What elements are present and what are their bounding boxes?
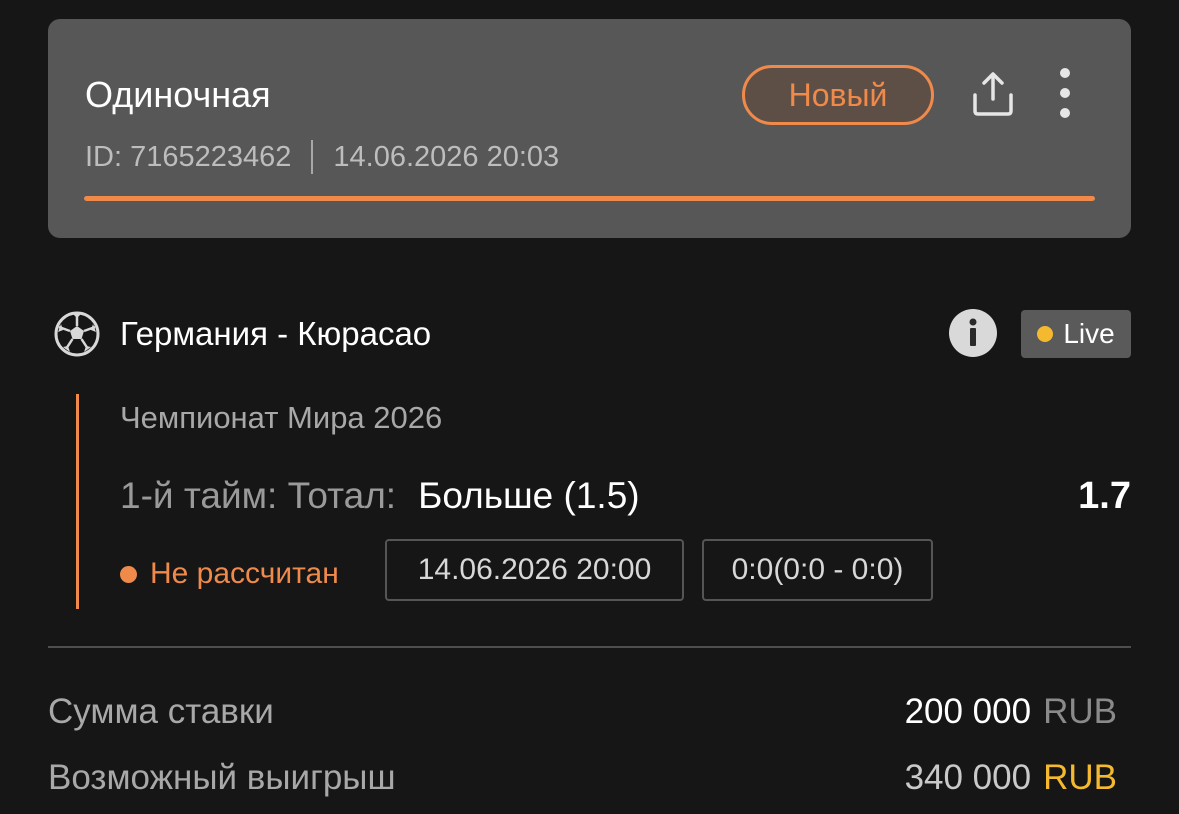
match-title[interactable]: Германия - Кюрасао [120, 313, 431, 355]
live-dot-icon [1037, 326, 1054, 342]
event-score-chip: 0:0(0:0 - 0:0) [702, 539, 933, 601]
bet-meta-row: ID: 7165223462 14.06.2026 20:03 [85, 139, 559, 175]
share-button[interactable] [968, 69, 1018, 119]
bet-details-page: Одиночная ID: 7165223462 14.06.2026 20:0… [0, 0, 1179, 814]
more-options-button[interactable] [1052, 65, 1078, 121]
selection-accent-rail [76, 394, 79, 609]
more-vertical-icon [1060, 68, 1070, 118]
potential-win-amount: 340 000 [904, 758, 1032, 797]
stake-currency: RUB [1043, 692, 1117, 731]
odds-value: 1.7 [1078, 475, 1131, 517]
bet-type-title: Одиночная [85, 74, 271, 115]
settlement-status-label: Не рассчитан [150, 557, 339, 590]
event-start-time-chip: 14.06.2026 20:00 [385, 539, 684, 601]
live-label: Live [1063, 318, 1115, 349]
market-label: 1-й тайм: Тотал: [120, 475, 397, 516]
meta-separator [311, 140, 314, 174]
status-badge: Новый [742, 65, 934, 125]
potential-win-currency: RUB [1043, 758, 1117, 797]
potential-win-label: Возможный выигрыш [48, 758, 396, 797]
bet-progress-bar [84, 196, 1095, 201]
divider [48, 646, 1131, 648]
market-row: 1-й тайм: Тотал: Больше (1.5) [120, 474, 640, 518]
market-outcome: Больше (1.5) [418, 475, 640, 516]
bet-id: ID: 7165223462 [85, 141, 292, 173]
live-badge: Live [1021, 310, 1131, 358]
bet-progress-fill [84, 196, 1095, 201]
stake-value: 200 000 RUB [905, 691, 1117, 733]
share-icon [973, 72, 1013, 116]
potential-win-value: 340 000 RUB [905, 757, 1117, 799]
bet-header-card: Одиночная ID: 7165223462 14.06.2026 20:0… [48, 19, 1131, 238]
league-name: Чемпионат Мира 2026 [120, 400, 443, 435]
stake-label: Сумма ставки [48, 692, 274, 731]
stake-amount: 200 000 [904, 692, 1032, 731]
info-button[interactable] [949, 309, 997, 357]
info-icon [969, 318, 977, 346]
bet-placed-time: 14.06.2026 20:03 [333, 141, 560, 173]
settlement-status: Не рассчитан [120, 555, 339, 593]
status-dot-icon [120, 565, 137, 583]
soccer-ball-icon [54, 311, 100, 357]
